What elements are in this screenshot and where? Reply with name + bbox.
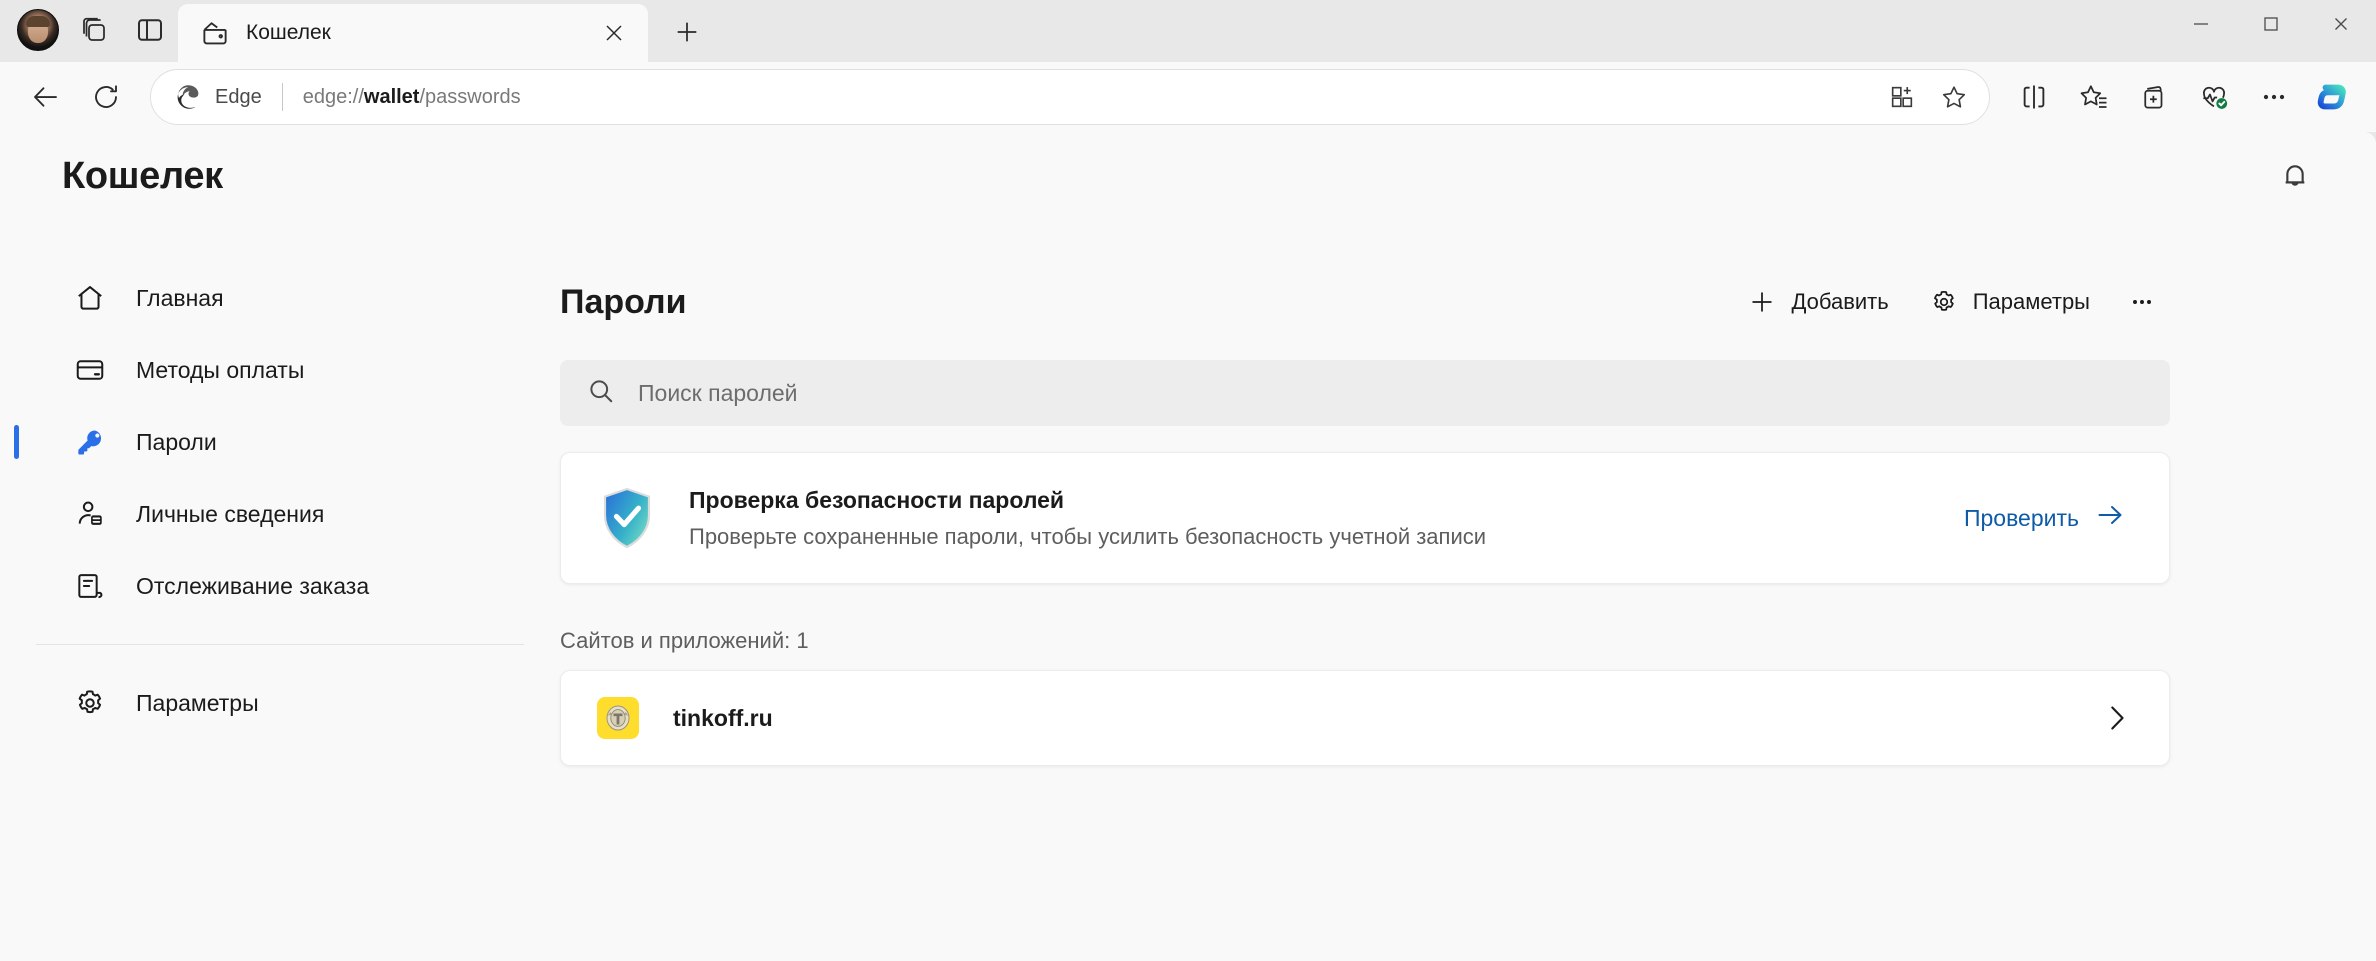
omnibox-separator (281, 83, 283, 111)
tab-title: Кошелек (246, 21, 331, 44)
tab-search-icon[interactable] (66, 2, 122, 58)
sidebar-item-order-tracking[interactable]: Отслеживание заказа (24, 550, 524, 622)
page-title: Кошелек (62, 154, 223, 197)
copilot-icon[interactable] (2306, 69, 2362, 125)
edge-brand: Edge (173, 82, 262, 112)
sites-count-label: Сайтов и приложений: 1 (560, 628, 809, 653)
edge-logo-icon (177, 85, 199, 109)
passwords-actions: Добавить Параметры (1731, 274, 2170, 330)
close-window-button[interactable] (2306, 0, 2376, 48)
shield-check-icon (599, 487, 655, 549)
new-tab-button[interactable] (660, 5, 714, 59)
passwords-header: Пароли Добавить Параметры (560, 264, 2170, 340)
sidebar-item-label: Методы оплаты (136, 356, 305, 383)
tinkoff-favicon (597, 697, 639, 739)
profile-button[interactable] (10, 2, 66, 58)
gear-icon (72, 685, 108, 721)
url-text: edge://wallet/passwords (302, 85, 521, 108)
search-input[interactable] (638, 379, 2144, 407)
home-icon (72, 280, 108, 316)
settings-and-more-icon[interactable] (2246, 69, 2302, 125)
plus-icon (1747, 287, 1777, 317)
site-row-tinkoff[interactable]: tinkoff.ru (560, 670, 2170, 766)
chevron-right-icon (2099, 701, 2133, 735)
sidebar-item-payment-methods[interactable]: Методы оплаты (24, 334, 524, 406)
search-icon (586, 376, 616, 411)
sidebar-item-label: Личные сведения (136, 500, 325, 527)
wallet-page: Кошелек Главная Методы оплаты Пароли Лич… (0, 132, 2376, 961)
window-controls (2166, 0, 2376, 48)
wallet-header: Кошелек (0, 132, 2376, 220)
gear-icon (1929, 287, 1959, 317)
wallet-sidebar: Главная Методы оплаты Пароли Личные свед… (0, 220, 560, 961)
wallet-icon (200, 18, 230, 48)
health-card-subtitle: Проверьте сохраненные пароли, чтобы усил… (689, 523, 1487, 549)
notifications-button[interactable] (2264, 145, 2326, 207)
health-card-text: Проверка безопасности паролей Проверьте … (689, 487, 1924, 550)
address-bar[interactable]: Edge edge://wallet/passwords (150, 69, 1990, 125)
sidebar-item-label: Параметры (136, 689, 259, 716)
health-card-title: Проверка безопасности паролей (689, 486, 1065, 513)
more-horizontal-icon (2127, 287, 2157, 317)
password-health-card: Проверка безопасности паролей Проверьте … (560, 452, 2170, 584)
sidebar-item-label: Пароли (136, 428, 217, 455)
add-password-label: Добавить (1791, 289, 1889, 314)
search-passwords-box[interactable] (560, 360, 2170, 426)
collections-icon[interactable] (2126, 69, 2182, 125)
sidebar-item-passwords[interactable]: Пароли (24, 406, 524, 478)
edge-label: Edge (215, 85, 262, 108)
sidebar-item-settings[interactable]: Параметры (24, 667, 524, 739)
card-icon (72, 352, 108, 388)
split-pane-icon[interactable] (122, 2, 178, 58)
arrow-right-icon (2095, 500, 2125, 536)
sidebar-item-home[interactable]: Главная (24, 262, 524, 334)
check-passwords-link[interactable]: Проверить (1958, 492, 2131, 544)
sidebar-item-personal-info[interactable]: Личные сведения (24, 478, 524, 550)
passwords-settings-label: Параметры (1972, 289, 2090, 314)
site-name: tinkoff.ru (673, 704, 773, 731)
browser-window: Кошелек Edge edge://wallet/passwords Кош… (0, 0, 2376, 961)
favorite-star-icon[interactable] (1929, 72, 1979, 122)
sidebar-item-label: Отслеживание заказа (136, 572, 370, 599)
tab-kowelek[interactable]: Кошелек (178, 4, 648, 62)
back-button[interactable] (18, 69, 74, 125)
key-icon (72, 424, 108, 460)
omnibox-actions (1877, 72, 1979, 122)
tab-strip: Кошелек (0, 0, 2376, 62)
wallet-body: Главная Методы оплаты Пароли Личные свед… (0, 220, 2376, 961)
add-password-button[interactable]: Добавить (1731, 274, 1904, 330)
passwords-content: Пароли Добавить Параметры Поиск паролей … (560, 220, 2376, 961)
split-screen-app-icon[interactable] (1877, 72, 1927, 122)
receipt-icon (72, 568, 108, 604)
maximize-button[interactable] (2236, 0, 2306, 48)
check-passwords-label: Проверить (1963, 504, 2079, 531)
person-info-icon (72, 496, 108, 532)
passwords-more-button[interactable] (2114, 274, 2170, 330)
avatar (17, 9, 59, 51)
split-screen-icon[interactable] (2006, 69, 2062, 125)
browser-toolbar: Edge edge://wallet/passwords (0, 62, 2376, 132)
browser-essentials-icon[interactable] (2186, 69, 2242, 125)
close-icon[interactable] (594, 13, 634, 53)
favorites-icon[interactable] (2066, 69, 2122, 125)
sidebar-item-label: Главная (136, 284, 224, 311)
passwords-settings-button[interactable]: Параметры (1913, 274, 2106, 330)
minimize-button[interactable] (2166, 0, 2236, 48)
sidebar-divider (36, 644, 524, 645)
reload-button[interactable] (78, 69, 134, 125)
passwords-title: Пароли (560, 282, 687, 321)
